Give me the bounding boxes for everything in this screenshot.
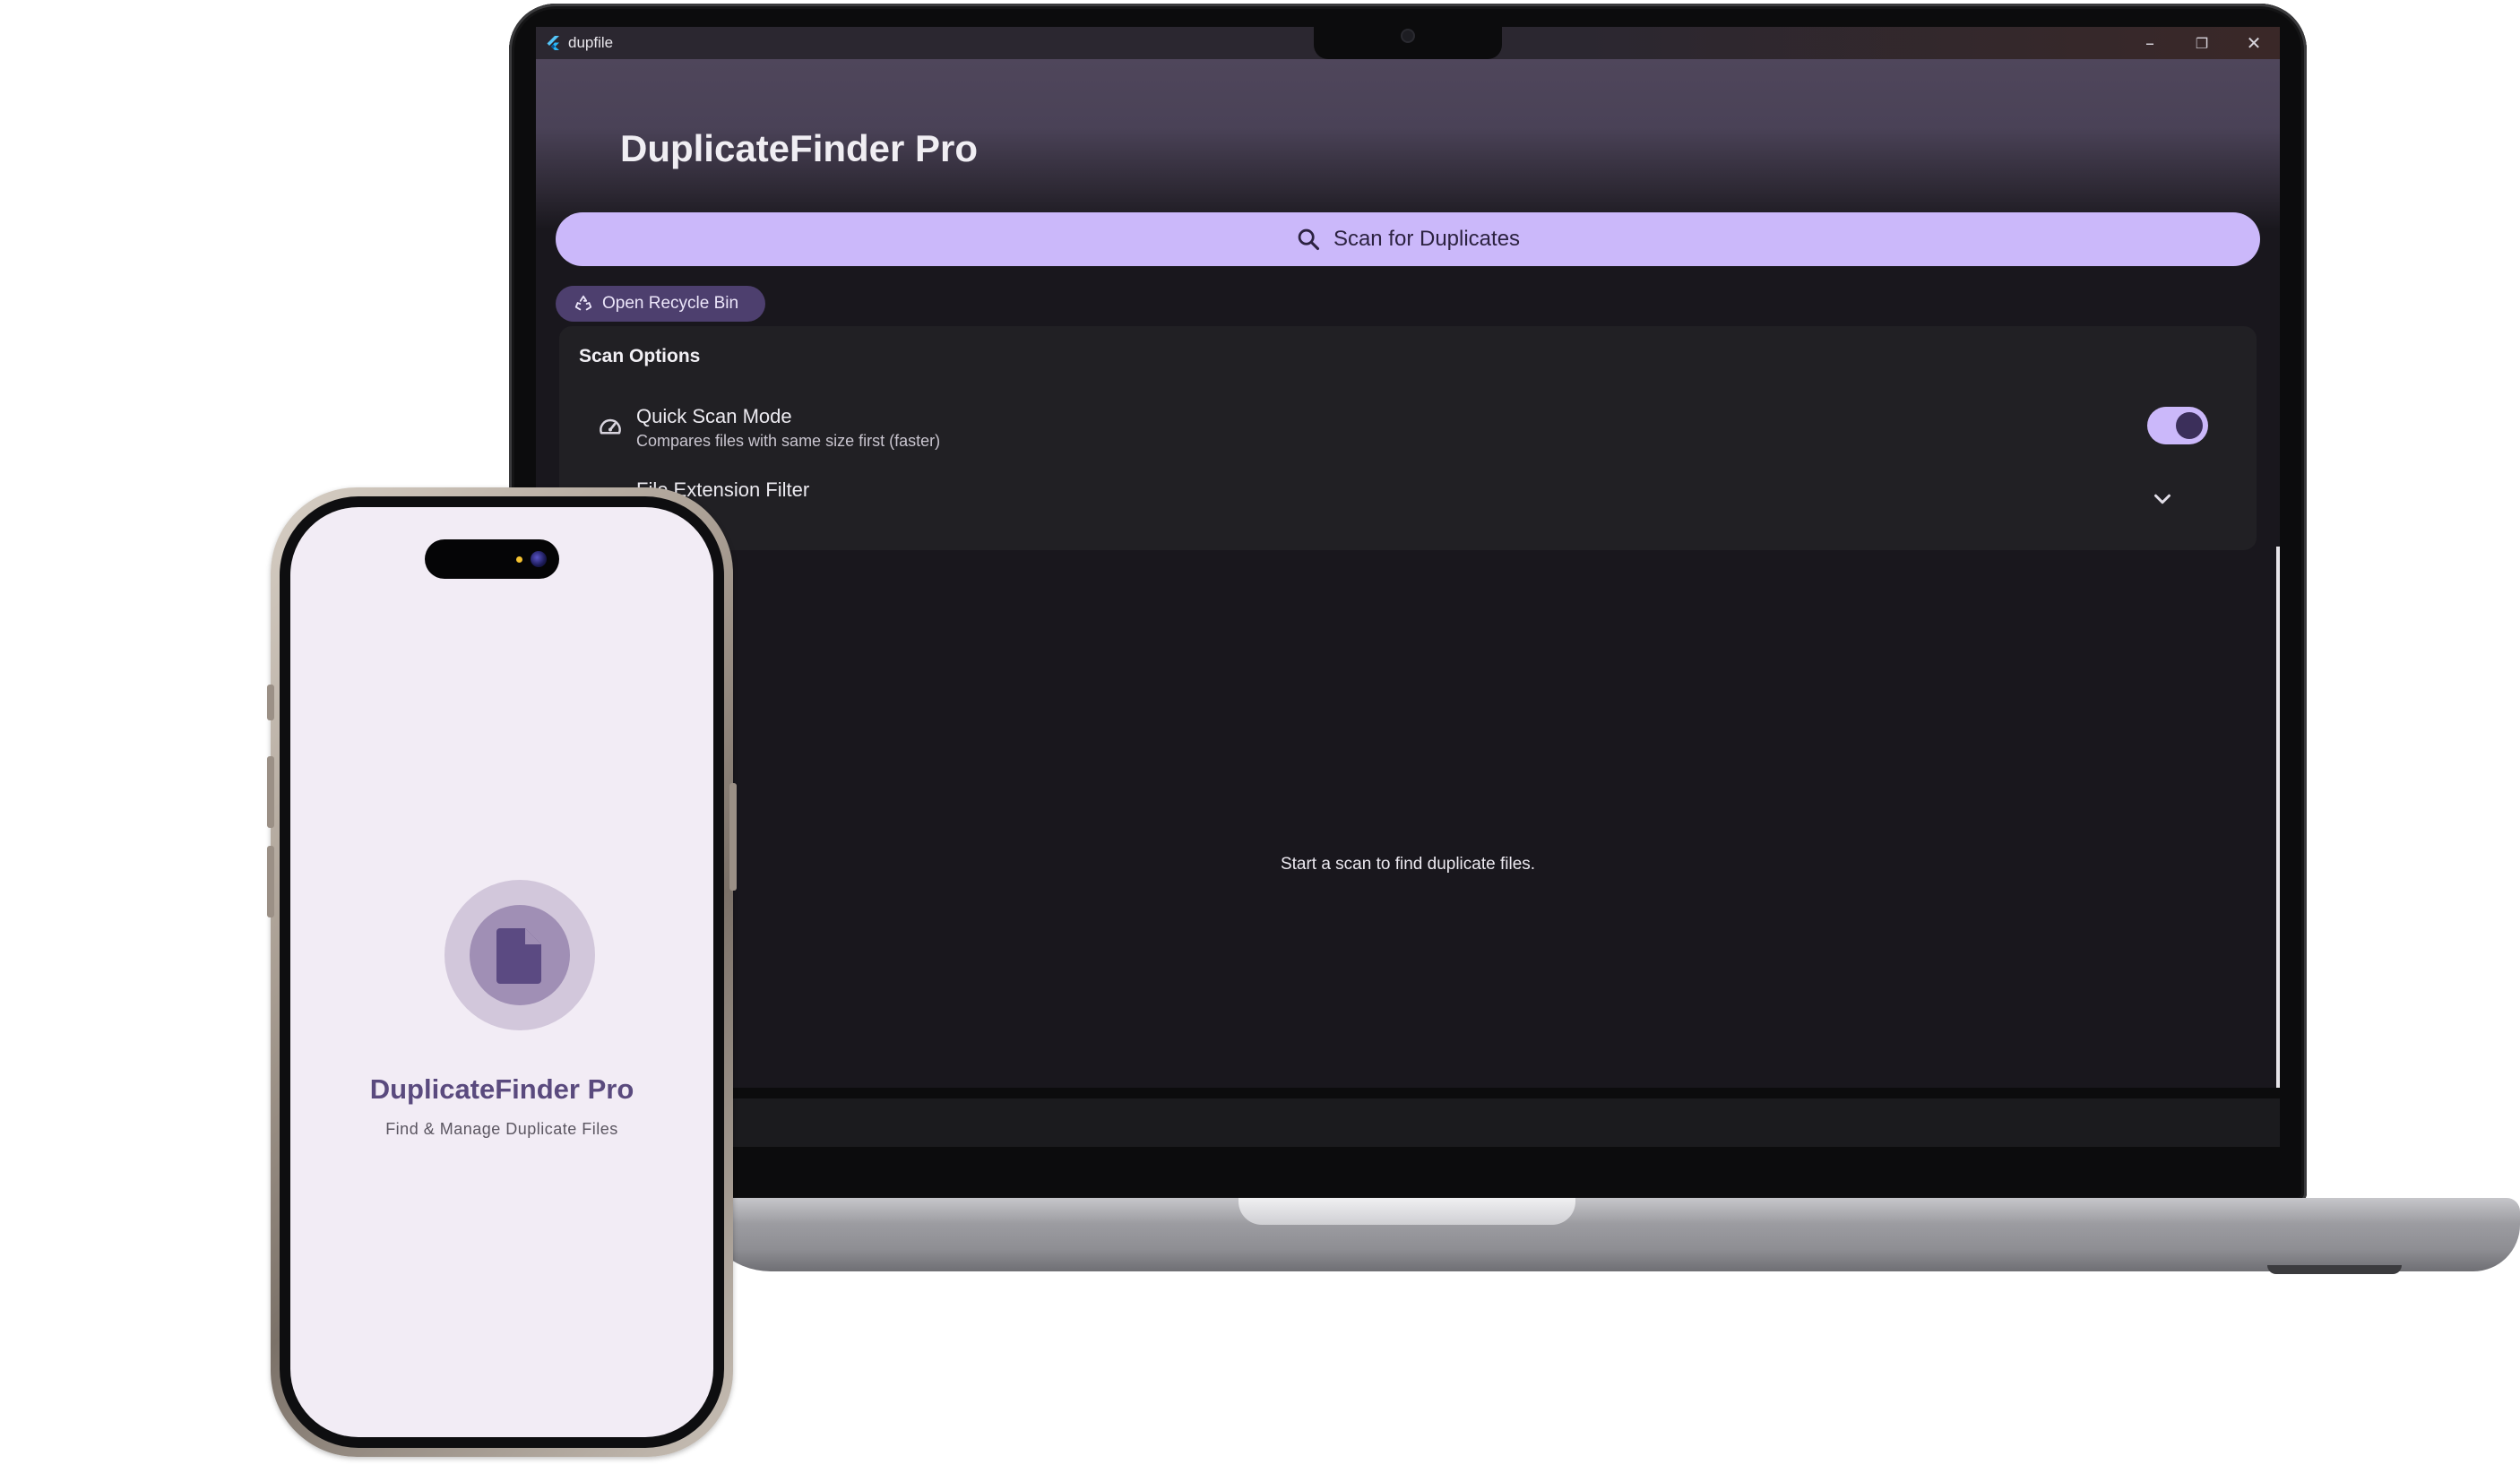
search-icon xyxy=(1298,228,1319,251)
window-title: dupfile xyxy=(568,34,614,51)
scan-options-title: Scan Options xyxy=(579,346,701,366)
laptop-trackpad-lip xyxy=(1238,1198,1575,1225)
indicator-dot xyxy=(516,556,522,563)
toggle-knob xyxy=(2176,412,2203,439)
laptop-foot xyxy=(2267,1265,2402,1274)
chevron-down-icon[interactable] xyxy=(2149,486,2176,513)
quick-scan-description: Compares files with same size first (fas… xyxy=(636,432,941,450)
quick-scan-toggle[interactable] xyxy=(2147,407,2208,444)
minimize-button[interactable]: – xyxy=(2124,27,2176,59)
app-logo xyxy=(444,880,595,1030)
recycle-button-label: Open Recycle Bin xyxy=(602,294,739,313)
app-logo-inner xyxy=(470,905,570,1005)
scan-button-label: Scan for Duplicates xyxy=(1333,227,1521,251)
close-button[interactable]: ✕ xyxy=(2228,27,2280,59)
flutter-icon xyxy=(547,36,559,50)
recycle-icon xyxy=(574,295,592,311)
mobile-app-subtitle: Find & Manage Duplicate Files xyxy=(385,1120,618,1138)
mobile-app-screen: DuplicateFinder Pro Find & Manage Duplic… xyxy=(290,507,713,1437)
laptop-base xyxy=(697,1198,2520,1271)
scan-options-card: Scan Options Quick Scan Mode Compares fi… xyxy=(559,326,2257,550)
screen-bottom-bezel xyxy=(536,1088,2280,1147)
open-recycle-bin-button[interactable]: Open Recycle Bin xyxy=(556,286,766,322)
phone-frame: DuplicateFinder Pro Find & Manage Duplic… xyxy=(267,487,737,1457)
restore-button[interactable]: ❐ xyxy=(2176,27,2228,59)
phone-volume-up xyxy=(267,756,274,828)
laptop-camera-notch xyxy=(1314,22,1502,59)
dynamic-island xyxy=(425,539,559,579)
scrollbar[interactable] xyxy=(2276,547,2280,1127)
phone-action-button xyxy=(267,685,274,720)
mobile-app-title: DuplicateFinder Pro xyxy=(369,1073,634,1105)
phone-side-button xyxy=(729,783,737,891)
empty-state-message: Start a scan to find duplicate files. xyxy=(1280,855,1536,874)
file-icon xyxy=(496,928,541,984)
front-camera xyxy=(531,551,547,567)
quick-scan-label: Quick Scan Mode xyxy=(636,405,792,427)
speedometer-icon xyxy=(600,418,621,435)
scan-for-duplicates-button[interactable]: Scan for Duplicates xyxy=(556,212,2260,266)
app-title: DuplicateFinder Pro xyxy=(620,127,979,169)
phone-volume-down xyxy=(267,846,274,917)
desktop-app-window: dupfile – ❐ ✕ DuplicateFinder Pro Scan f… xyxy=(536,27,2280,1147)
